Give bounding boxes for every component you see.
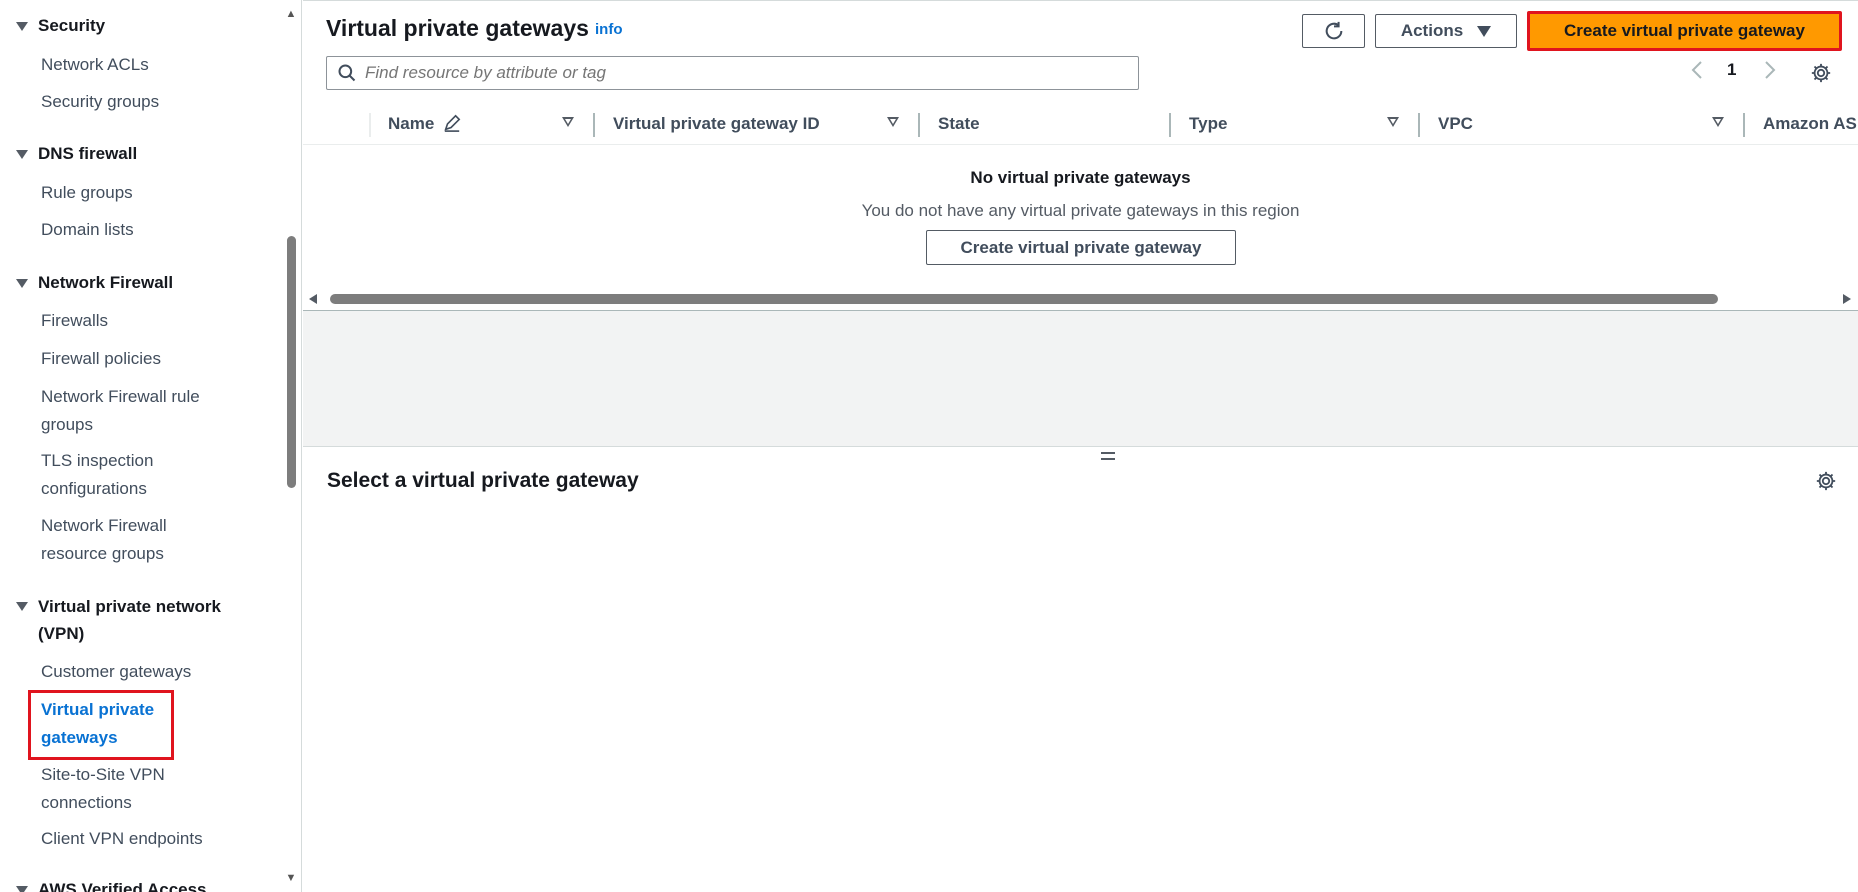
nav-section-dns-firewall[interactable]: DNS firewall — [16, 144, 137, 164]
column-header-amazon-asn[interactable]: Amazon AS — [1763, 114, 1857, 134]
actions-dropdown[interactable]: Actions — [1375, 14, 1517, 48]
detail-settings-gear-icon[interactable] — [1815, 470, 1837, 497]
nav-item-tls-inspection-configurations[interactable]: TLS inspection configurations — [41, 447, 191, 503]
nav-section-label: Virtual private network (VPN) — [38, 597, 221, 643]
caret-down-icon — [16, 150, 28, 159]
empty-create-vpg-button[interactable]: Create virtual private gateway — [926, 230, 1236, 265]
side-navigation: Security Network ACLs Security groups DN… — [0, 0, 302, 892]
top-border — [303, 0, 1858, 1]
nav-item-network-firewall-rule-groups[interactable]: Network Firewall rule groups — [41, 383, 231, 439]
column-separator[interactable] — [918, 113, 920, 137]
previous-page-icon[interactable] — [1690, 60, 1704, 85]
main-content: Virtual private gateways info Actions Cr… — [303, 0, 1858, 892]
column-separator[interactable] — [1418, 113, 1420, 137]
info-link[interactable]: info — [595, 21, 623, 38]
column-separator — [369, 113, 371, 137]
nav-item-firewall-policies[interactable]: Firewall policies — [41, 345, 241, 373]
sidebar-scrollbar[interactable]: ▲ ▼ — [285, 0, 297, 892]
nav-item-network-firewall-resource-groups[interactable]: Network Firewall resource groups — [41, 512, 201, 568]
nav-section-aws-verified-access[interactable]: AWS Verified Access — [16, 880, 207, 892]
nav-section-label: DNS firewall — [38, 144, 138, 163]
sort-icon[interactable] — [562, 117, 574, 127]
scroll-left-arrow-icon[interactable] — [309, 294, 317, 304]
empty-state-description: You do not have any virtual private gate… — [861, 201, 1300, 220]
refresh-button[interactable] — [1302, 14, 1365, 48]
sort-icon[interactable] — [1712, 117, 1724, 127]
create-vpg-button[interactable]: Create virtual private gateway — [1527, 11, 1842, 51]
nav-item-rule-groups[interactable]: Rule groups — [41, 179, 241, 207]
actions-label: Actions — [1400, 21, 1464, 40]
nav-item-security-groups[interactable]: Security groups — [41, 88, 241, 116]
column-label: Name — [388, 114, 435, 133]
column-header-vpc[interactable]: VPC — [1438, 114, 1473, 134]
settings-gear-icon[interactable] — [1810, 62, 1832, 89]
edit-pencil-icon — [444, 114, 461, 132]
horizontal-scroll-thumb[interactable] — [330, 294, 1718, 304]
scroll-right-arrow-icon[interactable] — [1843, 294, 1851, 304]
search-input[interactable] — [365, 63, 1125, 83]
column-header-name[interactable]: Name — [388, 114, 461, 134]
column-header-vpg-id[interactable]: Virtual private gateway ID — [613, 114, 820, 134]
split-panel-drag-handle-icon[interactable] — [1101, 452, 1115, 464]
column-header-type[interactable]: Type — [1189, 114, 1227, 134]
scroll-down-arrow-icon[interactable]: ▼ — [285, 872, 297, 884]
search-field[interactable] — [326, 56, 1139, 90]
caret-down-icon — [16, 886, 28, 892]
table-horizontal-scrollbar[interactable] — [303, 290, 1858, 308]
search-icon — [338, 64, 356, 82]
caret-down-icon — [16, 279, 28, 288]
detail-panel-title: Select a virtual private gateway — [327, 469, 639, 492]
nav-section-label: Security — [38, 16, 106, 35]
nav-item-domain-lists[interactable]: Domain lists — [41, 216, 241, 244]
nav-section-label: AWS Verified Access — [38, 880, 207, 892]
scroll-up-arrow-icon[interactable]: ▲ — [285, 8, 297, 20]
empty-state-title: No virtual private gateways — [970, 168, 1191, 187]
nav-section-security[interactable]: Security — [16, 16, 105, 36]
page-title: Virtual private gateways — [326, 15, 589, 41]
nav-section-vpn[interactable]: Virtual private network (VPN) — [16, 596, 246, 647]
sort-icon[interactable] — [1387, 117, 1399, 127]
nav-item-network-acls[interactable]: Network ACLs — [41, 51, 241, 79]
current-page[interactable]: 1 — [1727, 60, 1736, 80]
column-separator[interactable] — [1743, 113, 1745, 137]
nav-section-network-firewall[interactable]: Network Firewall — [16, 273, 173, 293]
column-header-state[interactable]: State — [938, 114, 980, 134]
nav-item-client-vpn-endpoints[interactable]: Client VPN endpoints — [41, 825, 241, 853]
nav-item-firewalls[interactable]: Firewalls — [41, 307, 241, 335]
sidebar-scroll-thumb[interactable] — [287, 236, 296, 488]
split-panel-gap — [303, 311, 1858, 447]
nav-item-customer-gateways[interactable]: Customer gateways — [41, 658, 241, 686]
caret-down-icon — [16, 22, 28, 31]
caret-down-icon — [16, 602, 28, 611]
table-header: Name Virtual private gateway ID State Ty… — [303, 105, 1858, 145]
highlight-box — [28, 690, 174, 760]
column-separator[interactable] — [593, 113, 595, 137]
caret-down-icon — [1477, 25, 1492, 37]
nav-item-site-to-site-vpn-connections[interactable]: Site-to-Site VPN connections — [41, 761, 201, 817]
next-page-icon[interactable] — [1763, 60, 1777, 85]
nav-section-label: Network Firewall — [38, 273, 174, 292]
refresh-icon — [1325, 21, 1342, 40]
sort-icon[interactable] — [887, 117, 899, 127]
column-separator[interactable] — [1169, 113, 1171, 137]
